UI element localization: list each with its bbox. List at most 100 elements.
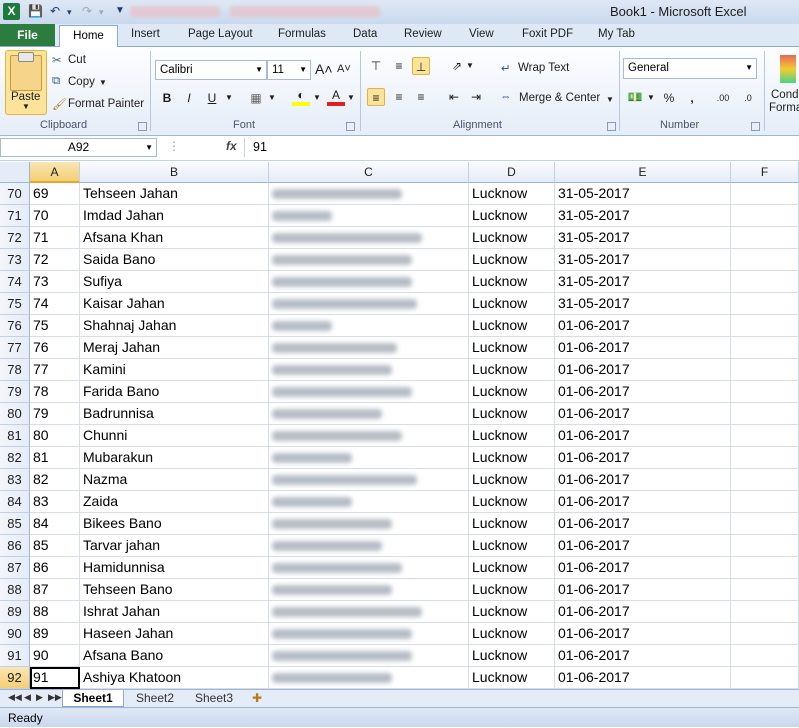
cell-f[interactable] <box>731 227 799 249</box>
cell-e[interactable]: 01-06-2017 <box>555 513 731 535</box>
row-header[interactable]: 81 <box>0 425 30 447</box>
cell-e[interactable]: 01-06-2017 <box>555 315 731 337</box>
cell-d[interactable]: Lucknow <box>469 337 555 359</box>
cell-b[interactable]: Ashiya Khatoon <box>80 667 269 689</box>
column-header-a[interactable]: A <box>30 162 80 183</box>
row-header[interactable]: 80 <box>0 403 30 425</box>
cell-f[interactable] <box>731 381 799 403</box>
comma-style-icon[interactable]: , <box>683 89 701 107</box>
copy-dropdown-icon[interactable]: ▼ <box>99 78 107 87</box>
bold-icon[interactable]: B <box>158 89 176 107</box>
first-sheet-icon[interactable]: ◀◀ <box>8 692 22 703</box>
align-bottom-icon[interactable]: ⊥ <box>412 57 430 75</box>
cell-c[interactable] <box>269 535 469 557</box>
cell-f[interactable] <box>731 249 799 271</box>
currency-dropdown-icon[interactable]: ▼ <box>647 93 655 102</box>
percent-icon[interactable]: % <box>660 89 678 107</box>
redo-icon[interactable]: ↷ <box>82 4 92 18</box>
row-header[interactable]: 71 <box>0 205 30 227</box>
cell-a[interactable]: 82 <box>30 469 80 491</box>
cell-d[interactable]: Lucknow <box>469 425 555 447</box>
cell-d[interactable]: Lucknow <box>469 271 555 293</box>
cell-a[interactable]: 75 <box>30 315 80 337</box>
cell-f[interactable] <box>731 425 799 447</box>
align-middle-icon[interactable]: ≡ <box>390 57 408 75</box>
tab-data[interactable]: Data <box>353 28 377 40</box>
row-header[interactable]: 88 <box>0 579 30 601</box>
font-color-dropdown-icon[interactable]: ▼ <box>347 93 355 102</box>
cell-d[interactable]: Lucknow <box>469 667 555 689</box>
cell-a[interactable]: 87 <box>30 579 80 601</box>
cell-b[interactable]: Badrunnisa <box>80 403 269 425</box>
cell-e[interactable]: 01-06-2017 <box>555 469 731 491</box>
clipboard-launcher-icon[interactable] <box>138 122 147 131</box>
save-icon[interactable]: 💾 <box>28 4 43 18</box>
cell-d[interactable]: Lucknow <box>469 183 555 205</box>
cell-a[interactable]: 90 <box>30 645 80 667</box>
cell-c[interactable] <box>269 425 469 447</box>
row-header[interactable]: 92 <box>0 667 30 689</box>
cell-f[interactable] <box>731 557 799 579</box>
merge-dropdown-icon[interactable]: ▼ <box>606 95 614 104</box>
cell-e[interactable]: 01-06-2017 <box>555 623 731 645</box>
format-painter-button[interactable]: Format Painter <box>68 98 144 110</box>
cell-b[interactable]: Tarvar jahan <box>80 535 269 557</box>
cell-d[interactable]: Lucknow <box>469 403 555 425</box>
row-header[interactable]: 90 <box>0 623 30 645</box>
cell-f[interactable] <box>731 403 799 425</box>
cell-b[interactable]: Nazma <box>80 469 269 491</box>
column-header-e[interactable]: E <box>555 162 731 183</box>
next-sheet-icon[interactable]: ▶ <box>36 692 43 703</box>
cell-a[interactable]: 71 <box>30 227 80 249</box>
row-header[interactable]: 78 <box>0 359 30 381</box>
cell-d[interactable]: Lucknow <box>469 557 555 579</box>
orientation-dropdown-icon[interactable]: ▼ <box>466 61 474 70</box>
cell-f[interactable] <box>731 293 799 315</box>
cell-c[interactable] <box>269 271 469 293</box>
shrink-font-icon[interactable]: A˅ <box>337 63 351 75</box>
column-header-f[interactable]: F <box>731 162 799 183</box>
tab-home[interactable]: Home <box>59 25 118 48</box>
cell-c[interactable] <box>269 249 469 271</box>
font-name-select[interactable]: Calibri ▼ <box>155 60 267 80</box>
cell-b[interactable]: Kamini <box>80 359 269 381</box>
cell-a[interactable]: 80 <box>30 425 80 447</box>
redo-dropdown-icon[interactable]: ▾ <box>99 7 104 18</box>
cell-b[interactable]: Hamidunnisa <box>80 557 269 579</box>
tab-insert[interactable]: Insert <box>131 28 160 40</box>
underline-icon[interactable]: U <box>203 89 221 107</box>
cell-a[interactable]: 91 <box>30 667 80 689</box>
wrap-text-button[interactable]: Wrap Text <box>518 62 569 74</box>
underline-dropdown-icon[interactable]: ▼ <box>225 93 233 102</box>
cell-a[interactable]: 84 <box>30 513 80 535</box>
cell-e[interactable]: 01-06-2017 <box>555 667 731 689</box>
conditional-formatting-icon[interactable] <box>780 55 796 83</box>
row-header[interactable]: 74 <box>0 271 30 293</box>
cell-f[interactable] <box>731 601 799 623</box>
row-header[interactable]: 73 <box>0 249 30 271</box>
merge-center-button[interactable]: Merge & Center <box>519 92 600 104</box>
cell-c[interactable] <box>269 227 469 249</box>
cell-c[interactable] <box>269 337 469 359</box>
cell-d[interactable]: Lucknow <box>469 227 555 249</box>
row-header[interactable]: 79 <box>0 381 30 403</box>
cell-f[interactable] <box>731 315 799 337</box>
cell-c[interactable] <box>269 557 469 579</box>
row-header[interactable]: 83 <box>0 469 30 491</box>
cell-f[interactable] <box>731 183 799 205</box>
cell-a[interactable]: 88 <box>30 601 80 623</box>
cell-a[interactable]: 79 <box>30 403 80 425</box>
conditional-formatting-label-line2[interactable]: Forma <box>769 102 799 114</box>
borders-icon[interactable]: ▦ <box>247 89 265 107</box>
cell-e[interactable]: 01-06-2017 <box>555 403 731 425</box>
cell-a[interactable]: 70 <box>30 205 80 227</box>
cell-c[interactable] <box>269 359 469 381</box>
select-all-corner[interactable] <box>0 162 30 183</box>
tab-page-layout[interactable]: Page Layout <box>188 28 253 40</box>
grow-font-icon[interactable]: A˄ <box>315 61 333 77</box>
row-header[interactable]: 77 <box>0 337 30 359</box>
cell-c[interactable] <box>269 469 469 491</box>
cell-e[interactable]: 01-06-2017 <box>555 579 731 601</box>
cell-c[interactable] <box>269 447 469 469</box>
align-right-icon[interactable]: ≡ <box>412 88 430 106</box>
